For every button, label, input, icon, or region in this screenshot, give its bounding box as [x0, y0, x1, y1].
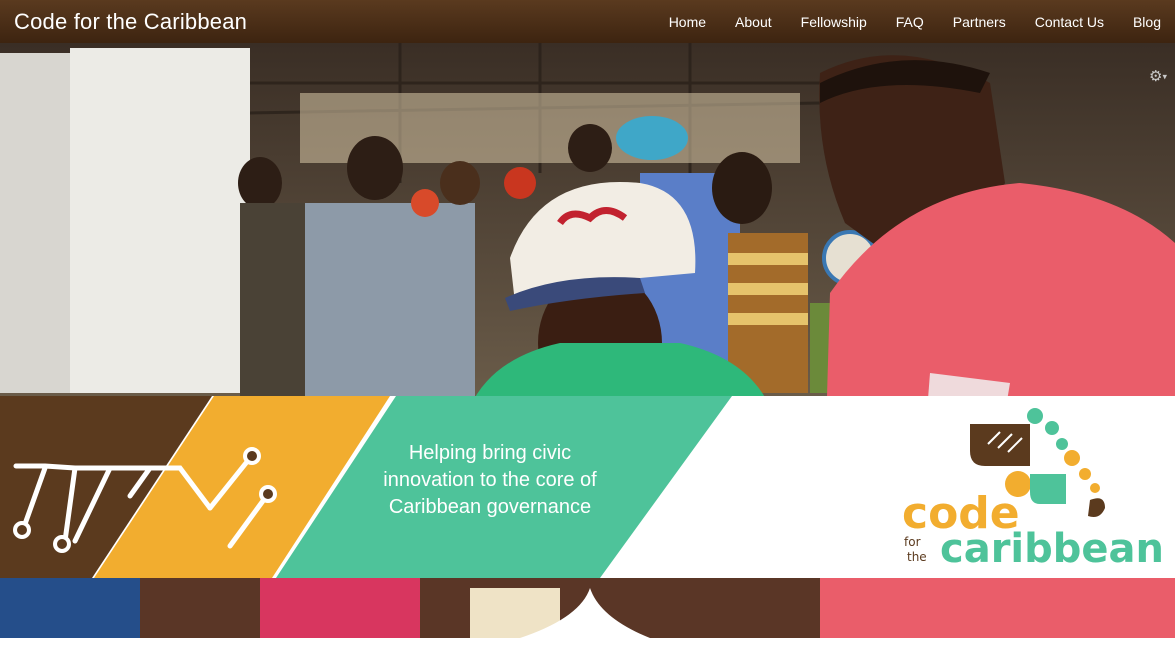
hero-tagline: Helping bring civic innovation to the co…: [340, 440, 640, 521]
site-brand-link[interactable]: Code for the Caribbean: [14, 9, 247, 35]
nav-about[interactable]: About: [721, 14, 787, 30]
chevron-down-icon: ▾: [1162, 71, 1167, 82]
main-nav: Home About Fellowship FAQ Partners Conta…: [654, 14, 1161, 30]
settings-gear-icon[interactable]: ⚙▾: [1149, 67, 1167, 85]
nav-home[interactable]: Home: [654, 14, 720, 30]
nav-partners[interactable]: Partners: [938, 14, 1020, 30]
top-navbar: Code for the Caribbean Home About Fellow…: [0, 0, 1175, 43]
logo-word-the: the: [907, 550, 927, 564]
tagline-line-3: Caribbean governance: [388, 496, 592, 518]
nav-faq[interactable]: FAQ: [881, 14, 938, 30]
logo-word-for: for: [904, 535, 921, 549]
page-footer-strip: [0, 638, 1175, 652]
nav-fellowship[interactable]: Fellowship: [786, 14, 881, 30]
tagline-line-1: Helping bring civic: [408, 442, 572, 464]
nav-contact-us[interactable]: Contact Us: [1020, 14, 1118, 30]
nav-blog[interactable]: Blog: [1118, 14, 1161, 30]
logo-word-caribbean: caribbean: [940, 526, 1164, 572]
tagline-line-2: innovation to the core of: [383, 469, 597, 491]
